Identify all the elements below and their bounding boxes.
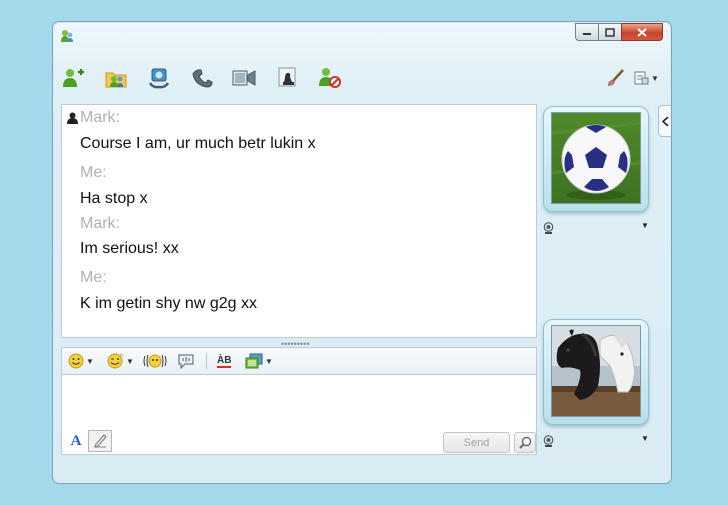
contact-display-picture[interactable]: [543, 106, 649, 212]
share-video-icon[interactable]: [231, 66, 257, 90]
toolbar: ▼: [53, 60, 671, 96]
message-sender: Me:: [80, 269, 107, 286]
toolbar-divider: [206, 353, 207, 369]
title-bar: [53, 22, 671, 48]
wink-icon: [107, 353, 124, 369]
block-contact-icon[interactable]: [317, 66, 343, 90]
chevron-down-icon[interactable]: ▼: [641, 221, 649, 230]
show-menu-icon: [634, 71, 649, 85]
compose-toolbar: ▼ ▼ ÀB ▼: [61, 347, 537, 374]
minimize-button[interactable]: [575, 23, 598, 41]
handwriting-button[interactable]: [88, 430, 112, 452]
chevron-down-icon[interactable]: ▼: [641, 434, 649, 443]
chat-window: ▼ Mark: Course I am, ur much betr lukin …: [52, 21, 672, 484]
games-icon[interactable]: [275, 66, 301, 90]
message-text: Ha stop x: [80, 190, 148, 207]
emoticon-button[interactable]: ▼: [68, 351, 94, 371]
message-text: Im serious! xx: [80, 240, 179, 257]
voice-clip-icon: [178, 354, 194, 369]
message-sender: Mark:: [80, 109, 120, 126]
invite-contact-icon[interactable]: [61, 66, 87, 90]
contact-webcam-row: ▼: [543, 220, 653, 234]
background-button[interactable]: ▼: [245, 351, 273, 371]
background-icon: [245, 353, 263, 369]
collapse-pane-button[interactable]: [658, 105, 671, 137]
webcam-icon[interactable]: [543, 221, 554, 239]
search-button[interactable]: [514, 432, 536, 453]
wink-button[interactable]: ▼: [106, 351, 134, 371]
search-icon: [518, 436, 531, 449]
chevron-down-icon: ▼: [265, 356, 273, 366]
video-call-icon[interactable]: [146, 66, 172, 90]
paintbrush-icon[interactable]: [603, 66, 629, 90]
share-folder-icon[interactable]: [103, 66, 129, 90]
conversation-history: Mark: Course I am, ur much betr lukin x …: [61, 104, 537, 338]
webcam-icon[interactable]: [543, 434, 554, 452]
message-sender: Mark:: [80, 215, 120, 232]
nudge-icon: [143, 354, 167, 368]
spellcheck-icon: ÀB: [217, 354, 232, 368]
spellcheck-button[interactable]: ÀB: [217, 351, 232, 371]
nudge-button[interactable]: [142, 351, 168, 371]
chevron-down-icon: ▼: [126, 356, 134, 366]
message-text: K im getin shy nw g2g xx: [80, 295, 257, 312]
chevron-down-icon: ▼: [86, 356, 94, 366]
maximize-button[interactable]: [598, 23, 621, 41]
font-button[interactable]: A: [66, 431, 86, 451]
call-icon[interactable]: [189, 66, 215, 90]
show-menu-button[interactable]: ▼: [631, 66, 661, 90]
chevron-down-icon: ▼: [651, 73, 659, 83]
my-webcam-row: ▼: [543, 433, 653, 447]
window-controls: [575, 23, 663, 41]
send-button[interactable]: Send: [443, 432, 510, 453]
pen-icon: [94, 434, 107, 448]
message-input[interactable]: [61, 374, 537, 430]
message-sender: Me:: [80, 164, 107, 181]
smiley-icon: [68, 353, 84, 369]
close-button[interactable]: [621, 23, 663, 41]
chevron-left-icon: [661, 116, 669, 126]
horses-image: [551, 325, 641, 417]
soccer-ball-image: [551, 112, 641, 204]
voice-clip-button[interactable]: [177, 351, 195, 371]
my-display-picture[interactable]: [543, 319, 649, 425]
messenger-logo-icon: [60, 29, 74, 48]
message-text: Course I am, ur much betr lukin x: [80, 135, 316, 152]
contact-status-icon: [67, 111, 78, 129]
